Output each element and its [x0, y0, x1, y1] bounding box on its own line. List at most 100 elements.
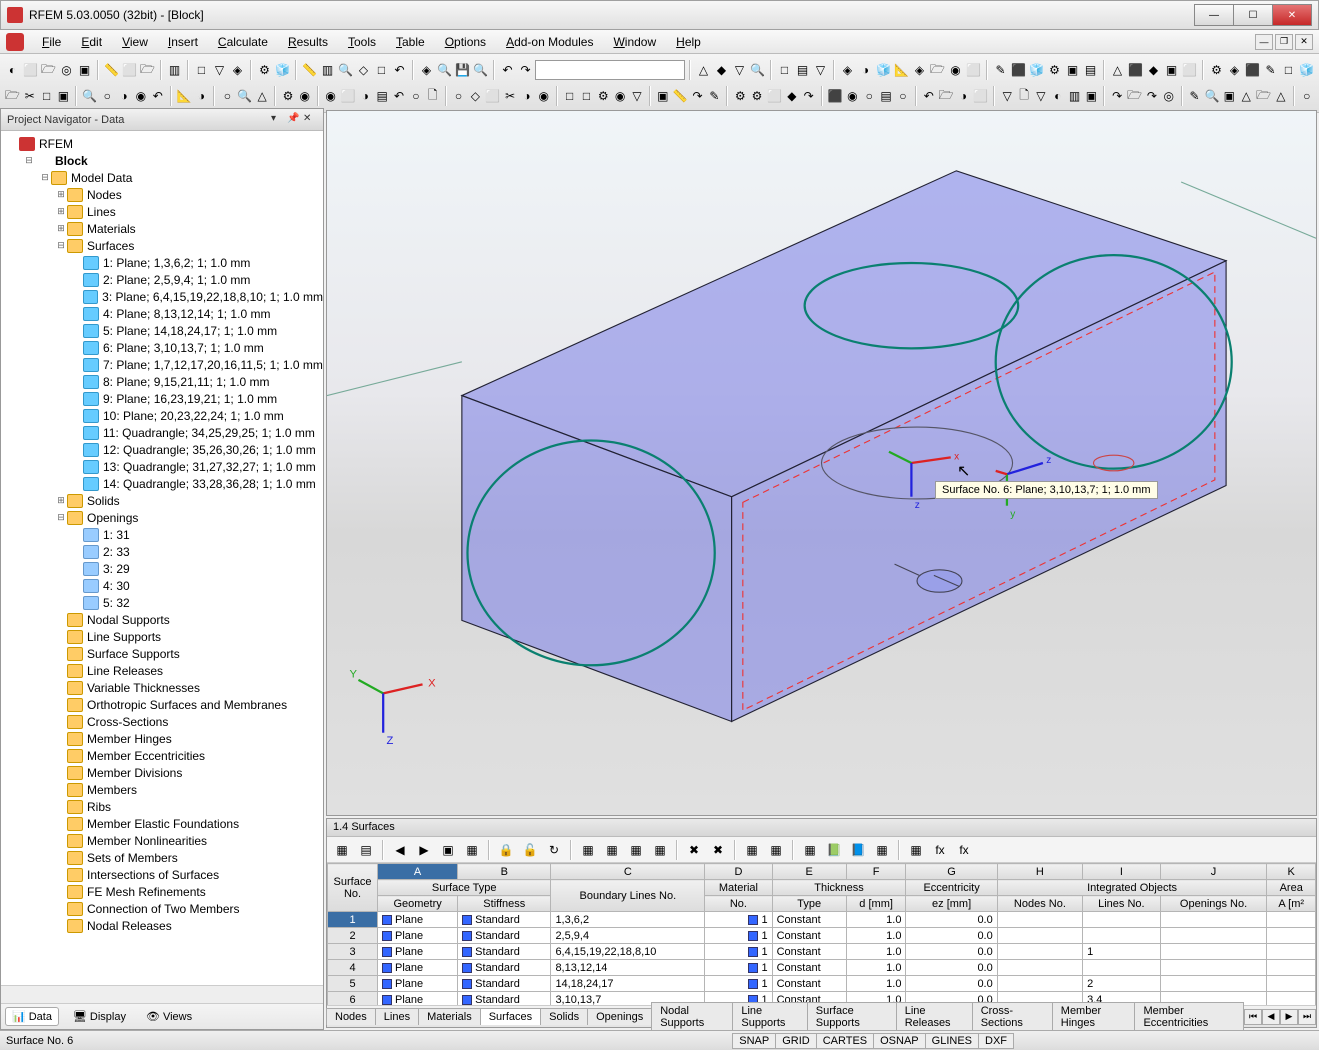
table-tab-nodal-supports[interactable]: Nodal Supports	[651, 1002, 733, 1031]
tree-item[interactable]: 14: Quadrangle; 33,28,36,28; 1; 1.0 mm	[1, 475, 323, 492]
mdi-minimize-button[interactable]: —	[1255, 34, 1273, 50]
toolbar-button[interactable]: ◑	[519, 85, 535, 107]
toolbar-button[interactable]: □	[776, 59, 793, 81]
toolbar-button[interactable]: □	[373, 59, 390, 81]
tree-item[interactable]: Sets of Members	[1, 849, 323, 866]
toolbar-button[interactable]: 🗁	[139, 59, 156, 81]
tree-item[interactable]: Member Divisions	[1, 764, 323, 781]
toolbar-button[interactable]: ⬜	[121, 59, 138, 81]
toolbar-button[interactable]: ◑	[956, 85, 972, 107]
tree-item[interactable]: 3: 29	[1, 560, 323, 577]
table-tab-nodes[interactable]: Nodes	[326, 1008, 376, 1025]
table-toolbar-button[interactable]: ▦	[331, 839, 353, 861]
table-toolbar-button[interactable]: ▶	[413, 839, 435, 861]
toolbar-button[interactable]: ▣	[76, 59, 93, 81]
table-toolbar-button[interactable]: ✖	[683, 839, 705, 861]
tree-item[interactable]: Nodal Releases	[1, 917, 323, 934]
table-toolbar-button[interactable]: ▦	[741, 839, 763, 861]
tree-item[interactable]: Members	[1, 781, 323, 798]
nav-tab-data[interactable]: 📊 Data	[5, 1007, 59, 1026]
table-toolbar-button[interactable]: 🔓	[519, 839, 541, 861]
toolbar-button[interactable]: 🗁	[40, 59, 57, 81]
toolbar-button[interactable]: 📏	[301, 59, 318, 81]
toolbar-button[interactable]: ↷	[801, 85, 817, 107]
mdi-restore-button[interactable]: ❐	[1275, 34, 1293, 50]
toolbar-button[interactable]: ◉	[845, 85, 861, 107]
table-toolbar-button[interactable]: ▦	[765, 839, 787, 861]
tree-item[interactable]: Member Nonlinearities	[1, 832, 323, 849]
app-menu-icon[interactable]	[6, 33, 24, 51]
toolbar-button[interactable]: ▽	[211, 59, 228, 81]
toolbar-button[interactable]: 🔍	[472, 59, 489, 81]
toolbar-button[interactable]: ✎	[992, 59, 1009, 81]
tree-item[interactable]: 10: Plane; 20,23,22,24; 1; 1.0 mm	[1, 407, 323, 424]
table-toolbar-button[interactable]: ▦	[461, 839, 483, 861]
table-tab-line-supports[interactable]: Line Supports	[732, 1002, 807, 1031]
toolbar-button[interactable]: 🔍	[337, 59, 354, 81]
toolbar-button[interactable]: ↷	[1109, 85, 1125, 107]
tree-item[interactable]: Surface Supports	[1, 645, 323, 662]
toolbar-button[interactable]: ◈	[1226, 59, 1243, 81]
toolbar-button[interactable]: ◐	[4, 59, 21, 81]
toolbar-button[interactable]: 📐	[893, 59, 910, 81]
tree-item[interactable]: Intersections of Surfaces	[1, 866, 323, 883]
table-row[interactable]: 4PlaneStandard8,13,12,141Constant1.00.0	[328, 960, 1316, 976]
table-toolbar-button[interactable]: 🔒	[495, 839, 517, 861]
toolbar-button[interactable]: 🧊	[875, 59, 892, 81]
tree-item[interactable]: Connection of Two Members	[1, 900, 323, 917]
menu-file[interactable]: File	[32, 33, 71, 51]
tree-item[interactable]: 6: Plane; 3,10,13,7; 1; 1.0 mm	[1, 339, 323, 356]
tree-item[interactable]: 1: Plane; 1,3,6,2; 1; 1.0 mm	[1, 254, 323, 271]
tree-item[interactable]: ⊟Openings	[1, 509, 323, 526]
tree-item[interactable]: 12: Quadrangle; 35,26,30,26; 1; 1.0 mm	[1, 441, 323, 458]
toolbar-button[interactable]: 🧊	[1298, 59, 1315, 81]
toolbar-button[interactable]: ○	[1299, 85, 1315, 107]
toolbar-button[interactable]: ◐	[1050, 85, 1066, 107]
mdi-close-button[interactable]: ✕	[1295, 34, 1313, 50]
tree-item[interactable]: 7: Plane; 1,7,12,17,20,16,11,5; 1; 1.0 m…	[1, 356, 323, 373]
menu-table[interactable]: Table	[386, 33, 435, 51]
toolbar-button[interactable]: ⬜	[965, 59, 982, 81]
toolbar-button[interactable]: ✎	[1187, 85, 1203, 107]
table-tab-member-hinges[interactable]: Member Hinges	[1052, 1002, 1136, 1031]
tree-item[interactable]: 1: 31	[1, 526, 323, 543]
table-tab-openings[interactable]: Openings	[587, 1008, 652, 1025]
table-tab-lines[interactable]: Lines	[375, 1008, 419, 1025]
toolbar-button[interactable]: ◑	[857, 59, 874, 81]
menu-help[interactable]: Help	[666, 33, 711, 51]
menu-results[interactable]: Results	[278, 33, 338, 51]
table-row[interactable]: 2PlaneStandard2,5,9,41Constant1.00.0	[328, 928, 1316, 944]
toolbar-button[interactable]: ⬛	[827, 85, 844, 107]
menu-tools[interactable]: Tools	[338, 33, 386, 51]
model-viewport[interactable]: X Y Z x z z y ↖ Surface No. 6: Plane	[326, 110, 1317, 816]
toolbar-button[interactable]: ▣	[1163, 59, 1180, 81]
tree-item[interactable]: Line Releases	[1, 662, 323, 679]
table-tab-scroll[interactable]: ⏮	[1244, 1009, 1262, 1025]
table-toolbar-button[interactable]: ▤	[355, 839, 377, 861]
toolbar-button[interactable]: ◉	[133, 85, 149, 107]
toolbar-button[interactable]: ◈	[839, 59, 856, 81]
toolbar-button[interactable]: ▥	[319, 59, 336, 81]
tree-item[interactable]: ⊞Materials	[1, 220, 323, 237]
table-toolbar-button[interactable]: ▣	[437, 839, 459, 861]
toolbar-button[interactable]: ◑	[357, 85, 373, 107]
toolbar-button[interactable]: ⬜	[972, 85, 989, 107]
toolbar-button[interactable]: ○	[219, 85, 235, 107]
toolbar-button[interactable]: ⚙	[732, 85, 748, 107]
toolbar-button[interactable]: ▤	[878, 85, 894, 107]
toolbar-button[interactable]: ▤	[1082, 59, 1099, 81]
tree-item[interactable]: 8: Plane; 9,15,21,11; 1; 1.0 mm	[1, 373, 323, 390]
toolbar-button[interactable]: ⬜	[484, 85, 501, 107]
toolbar-button[interactable]: ⚙	[1208, 59, 1225, 81]
menu-insert[interactable]: Insert	[158, 33, 208, 51]
toolbar-button[interactable]: □	[562, 85, 578, 107]
toolbar-button[interactable]: 🗁	[4, 85, 21, 107]
toolbar-button[interactable]: ◉	[323, 85, 339, 107]
tree-item[interactable]: Member Eccentricities	[1, 747, 323, 764]
panel-pin-icon[interactable]: 📌	[287, 113, 301, 127]
table-row[interactable]: 1PlaneStandard1,3,6,21Constant1.00.0	[328, 912, 1316, 928]
toolbar-button[interactable]: ▥	[166, 59, 183, 81]
toolbar-button[interactable]: ▣	[1064, 59, 1081, 81]
table-toolbar-button[interactable]: ▦	[601, 839, 623, 861]
toolbar-button[interactable]: 📐	[176, 85, 193, 107]
